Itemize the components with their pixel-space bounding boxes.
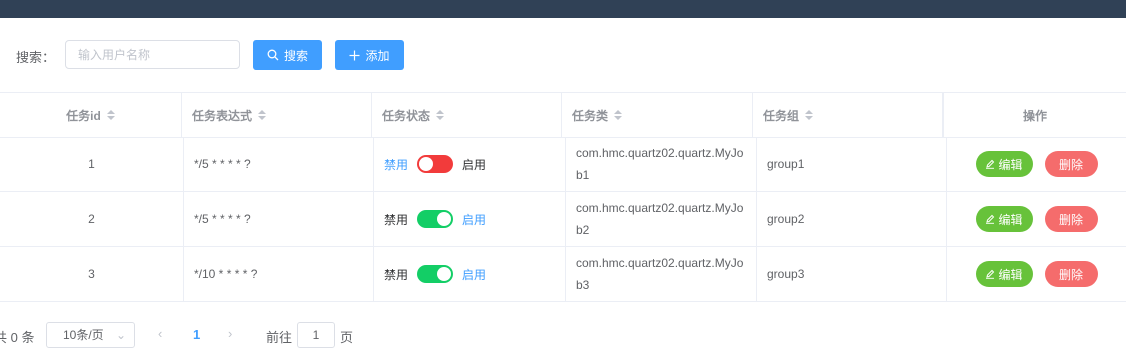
add-button[interactable]: 添加 (335, 40, 404, 70)
task-expression-cell: */5 * * * * ? (184, 137, 374, 191)
switch-disabled-label[interactable]: 禁用 (384, 266, 408, 283)
sort-caret-icon[interactable] (614, 110, 623, 120)
edit-button[interactable]: 编辑 (975, 261, 1033, 287)
top-navbar (0, 0, 1126, 18)
pencil-icon (986, 269, 995, 279)
sort-caret-icon[interactable] (106, 110, 115, 120)
column-header-actions: 操作 (943, 93, 1126, 137)
total-count: 共 0 条 (0, 330, 35, 345)
task-class-cell: com.hmc.quartz02.quartz.MyJob1 (566, 137, 757, 191)
column-header-group[interactable]: 任务组 (753, 93, 943, 137)
table-row: 2 */5 * * * * ? 禁用 启用 com.hmc.quartz02.q… (0, 192, 1126, 247)
task-status-cell: 禁用 启用 (374, 192, 566, 246)
task-status-cell: 禁用 启用 (374, 247, 566, 301)
status-toggle[interactable] (417, 155, 454, 173)
status-toggle[interactable] (417, 265, 454, 283)
prev-page-icon[interactable]: ‹ (158, 326, 162, 341)
status-toggle[interactable] (417, 210, 454, 228)
goto-label: 前往 (266, 330, 293, 345)
task-id-cell: 3 (0, 247, 184, 301)
page-number[interactable]: 1 (193, 327, 200, 342)
search-button-label: 搜索 (283, 48, 308, 63)
switch-enabled-label[interactable]: 启用 (462, 211, 486, 228)
delete-button[interactable]: 删除 (1044, 151, 1098, 177)
plus-icon (349, 50, 360, 60)
task-actions-cell: 编辑 删除 (947, 192, 1126, 246)
pencil-icon (986, 214, 995, 224)
switch-disabled-label[interactable]: 禁用 (384, 211, 408, 228)
sort-caret-icon[interactable] (805, 110, 814, 120)
pencil-icon (986, 159, 995, 169)
goto-page-input[interactable] (297, 322, 335, 348)
column-header-expression[interactable]: 任务表达式 (182, 93, 372, 137)
table-row: 1 */5 * * * * ? 禁用 启用 com.hmc.quartz02.q… (0, 137, 1126, 192)
sort-caret-icon[interactable] (258, 110, 267, 120)
column-header-status[interactable]: 任务状态 (372, 93, 562, 137)
task-group-cell: group1 (757, 137, 947, 191)
task-actions-cell: 编辑 删除 (947, 137, 1126, 191)
search-button[interactable]: 搜索 (253, 40, 322, 70)
task-expression-cell: */10 * * * * ? (184, 247, 374, 301)
sort-caret-icon[interactable] (436, 110, 445, 120)
task-id-cell: 1 (0, 137, 184, 191)
search-label: 搜索： (16, 50, 56, 65)
table-row: 3 */10 * * * * ? 禁用 启用 com.hmc.quartz02.… (0, 247, 1126, 302)
delete-button[interactable]: 删除 (1044, 206, 1098, 232)
switch-enabled-label[interactable]: 启用 (462, 266, 486, 283)
task-status-cell: 禁用 启用 (374, 137, 566, 191)
pagination: 共 0 条 10条/页 ⌄ ‹ 1 › 前往 页 (0, 321, 1126, 349)
task-id-cell: 2 (0, 192, 184, 246)
edit-button[interactable]: 编辑 (975, 206, 1033, 232)
search-icon (267, 49, 279, 61)
column-header-id[interactable]: 任务id (0, 93, 182, 137)
table-header: 任务id 任务表达式 任务状态 任务类 任务组 操作 (0, 92, 1126, 138)
task-actions-cell: 编辑 删除 (947, 247, 1126, 301)
toolbar: 搜索： 搜索 添加 (0, 40, 1126, 70)
switch-disabled-label[interactable]: 禁用 (384, 156, 408, 173)
task-expression-cell: */5 * * * * ? (184, 192, 374, 246)
page-unit-label: 页 (340, 330, 354, 345)
edit-button[interactable]: 编辑 (975, 151, 1033, 177)
add-button-label: 添加 (365, 48, 390, 63)
delete-button[interactable]: 删除 (1044, 261, 1098, 287)
page-size-select[interactable]: 10条/页 ⌄ (46, 322, 135, 348)
switch-enabled-label[interactable]: 启用 (462, 156, 486, 173)
task-class-cell: com.hmc.quartz02.quartz.MyJob2 (566, 192, 757, 246)
task-group-cell: group2 (757, 192, 947, 246)
chevron-down-icon: ⌄ (115, 328, 126, 342)
next-page-icon[interactable]: › (228, 326, 232, 341)
search-input[interactable] (65, 40, 240, 69)
task-group-cell: group3 (757, 247, 947, 301)
task-class-cell: com.hmc.quartz02.quartz.MyJob3 (566, 247, 757, 301)
column-header-class[interactable]: 任务类 (562, 93, 753, 137)
